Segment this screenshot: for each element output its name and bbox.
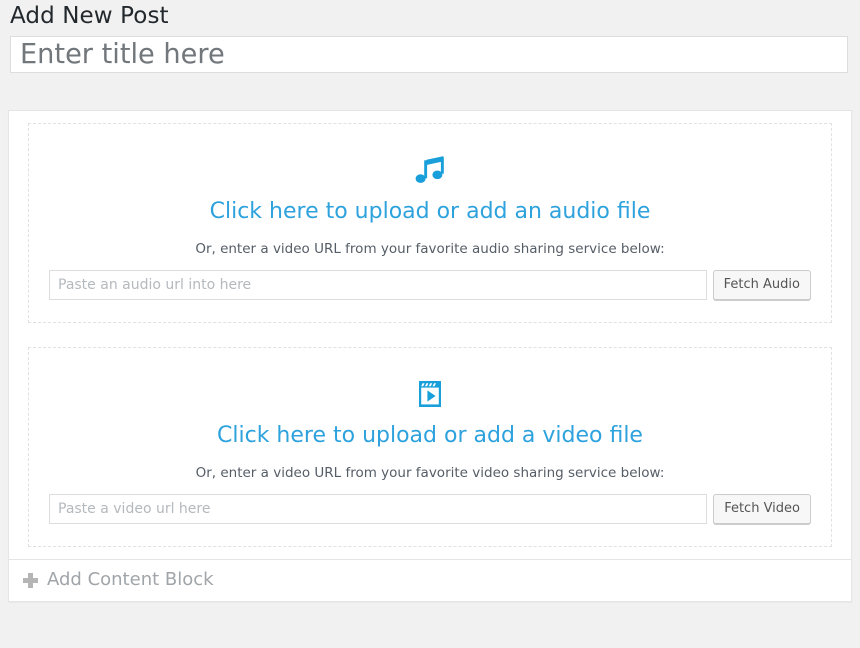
video-url-input[interactable] [49,494,708,524]
add-content-block-label: Add Content Block [47,569,214,590]
content-blocks-body: Click here to upload or add an audio fil… [9,111,851,559]
music-note-icon [49,150,811,190]
video-url-row: Fetch Video [49,494,811,524]
audio-url-hint: Or, enter a video URL from your favorite… [195,241,665,257]
fetch-audio-button[interactable]: Fetch Audio [712,270,811,300]
video-content-block[interactable]: Click here to upload or add a video file… [28,347,832,547]
fetch-video-button[interactable]: Fetch Video [713,494,811,524]
post-title-input[interactable] [10,36,848,73]
add-content-block-button[interactable]: Add Content Block [23,569,214,591]
audio-url-input[interactable] [49,270,707,300]
audio-upload-link[interactable]: Click here to upload or add an audio fil… [49,198,811,226]
content-blocks-card: Click here to upload or add an audio fil… [8,110,852,602]
plus-icon [23,572,38,588]
audio-url-row: Fetch Audio [49,270,811,300]
video-upload-link[interactable]: Click here to upload or add a video file [49,422,811,450]
post-title-field-wrapper [10,36,848,73]
video-url-hint: Or, enter a video URL from your favorite… [195,465,665,481]
audio-content-block[interactable]: Click here to upload or add an audio fil… [28,123,832,323]
page-title: Add New Post [10,3,169,30]
video-film-icon [49,374,811,414]
content-blocks-footer: Add Content Block [9,559,851,601]
